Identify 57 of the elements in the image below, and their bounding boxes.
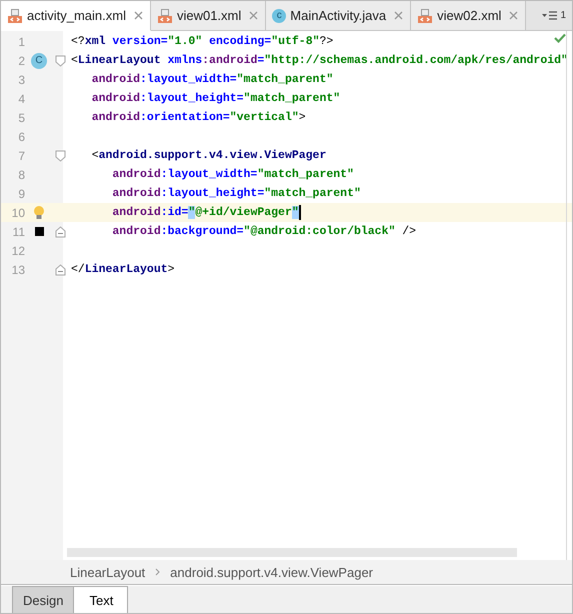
code-line: android:layout_width="match_parent" bbox=[90, 73, 334, 86]
line-number: 9 bbox=[17, 186, 25, 200]
editor-tab[interactable]: activity_main.xml bbox=[1, 1, 151, 31]
code-line: <?xml version="1.0" encoding="utf-8"?> bbox=[71, 35, 334, 48]
tab-label: view02.xml bbox=[437, 8, 502, 23]
tab-label: view01.xml bbox=[176, 8, 242, 23]
code-line: android:layout_width="match_parent" bbox=[111, 168, 354, 181]
tab-list-button[interactable]: 1 bbox=[536, 1, 572, 30]
xml-file-icon bbox=[417, 8, 434, 24]
close-icon[interactable] bbox=[134, 11, 143, 20]
line-number: 4 bbox=[17, 92, 25, 106]
editor-tab[interactable]: c MainActivity.java bbox=[266, 1, 412, 30]
editor-tab[interactable]: view01.xml bbox=[150, 1, 266, 30]
tab-label: activity_main.xml bbox=[27, 8, 126, 23]
lightbulb-icon[interactable] bbox=[33, 204, 45, 220]
checkmark-icon[interactable] bbox=[554, 33, 566, 43]
close-icon[interactable] bbox=[394, 11, 404, 20]
editor-tab[interactable]: view02.xml bbox=[411, 1, 526, 30]
code-line: <android.support.v4.view.ViewPager bbox=[90, 149, 326, 162]
line-number: 5 bbox=[17, 110, 25, 124]
breadcrumb[interactable]: LinearLayout bbox=[70, 564, 146, 580]
code-line: <LinearLayout xmlns:android="http://schemas.android.com/apk/res/android" bbox=[71, 54, 568, 67]
horizontal-scrollbar[interactable] bbox=[67, 548, 517, 557]
close-icon[interactable] bbox=[249, 11, 258, 20]
fold-marker-icon[interactable] bbox=[54, 54, 66, 66]
color-swatch[interactable] bbox=[34, 227, 44, 236]
fold-marker-icon[interactable] bbox=[54, 264, 66, 276]
line-number: 1 bbox=[17, 34, 25, 48]
code-line: android:orientation="vertical"> bbox=[90, 111, 306, 124]
xml-file-icon bbox=[156, 8, 173, 24]
class-marker-icon[interactable]: C bbox=[31, 52, 47, 68]
xml-file-icon bbox=[7, 8, 23, 24]
fold-marker-icon[interactable] bbox=[54, 226, 66, 238]
code-line: android:background="@android:color/black" /> bbox=[111, 225, 416, 238]
line-number: 13 bbox=[10, 262, 25, 276]
line-number: 2 bbox=[17, 54, 25, 68]
tab-count: 1 bbox=[560, 10, 566, 21]
close-icon[interactable] bbox=[509, 11, 518, 20]
line-number: 7 bbox=[17, 148, 25, 162]
breadcrumb[interactable]: android.support.v4.view.ViewPager bbox=[170, 564, 373, 580]
tab-label: MainActivity.java bbox=[290, 8, 386, 23]
code-line: android:layout_height="match_parent" bbox=[111, 187, 361, 200]
line-number: 8 bbox=[17, 168, 25, 182]
mode-tab[interactable]: Text bbox=[74, 586, 128, 613]
code-line: android:layout_height="match_parent" bbox=[90, 92, 340, 105]
code-line: </LinearLayout> bbox=[71, 263, 175, 276]
line-number: 10 bbox=[10, 206, 25, 220]
code-line: android:id="@+id/viewPager" bbox=[111, 206, 299, 219]
fold-marker-icon[interactable] bbox=[54, 150, 66, 162]
line-number: 11 bbox=[12, 224, 25, 238]
class-icon: c bbox=[272, 8, 286, 22]
line-number: 3 bbox=[17, 72, 25, 86]
line-number: 6 bbox=[17, 130, 25, 144]
list-menu-icon bbox=[542, 10, 558, 20]
chevron-icon bbox=[155, 568, 160, 576]
mode-tab[interactable]: Design bbox=[12, 586, 74, 613]
line-number: 12 bbox=[10, 244, 25, 258]
